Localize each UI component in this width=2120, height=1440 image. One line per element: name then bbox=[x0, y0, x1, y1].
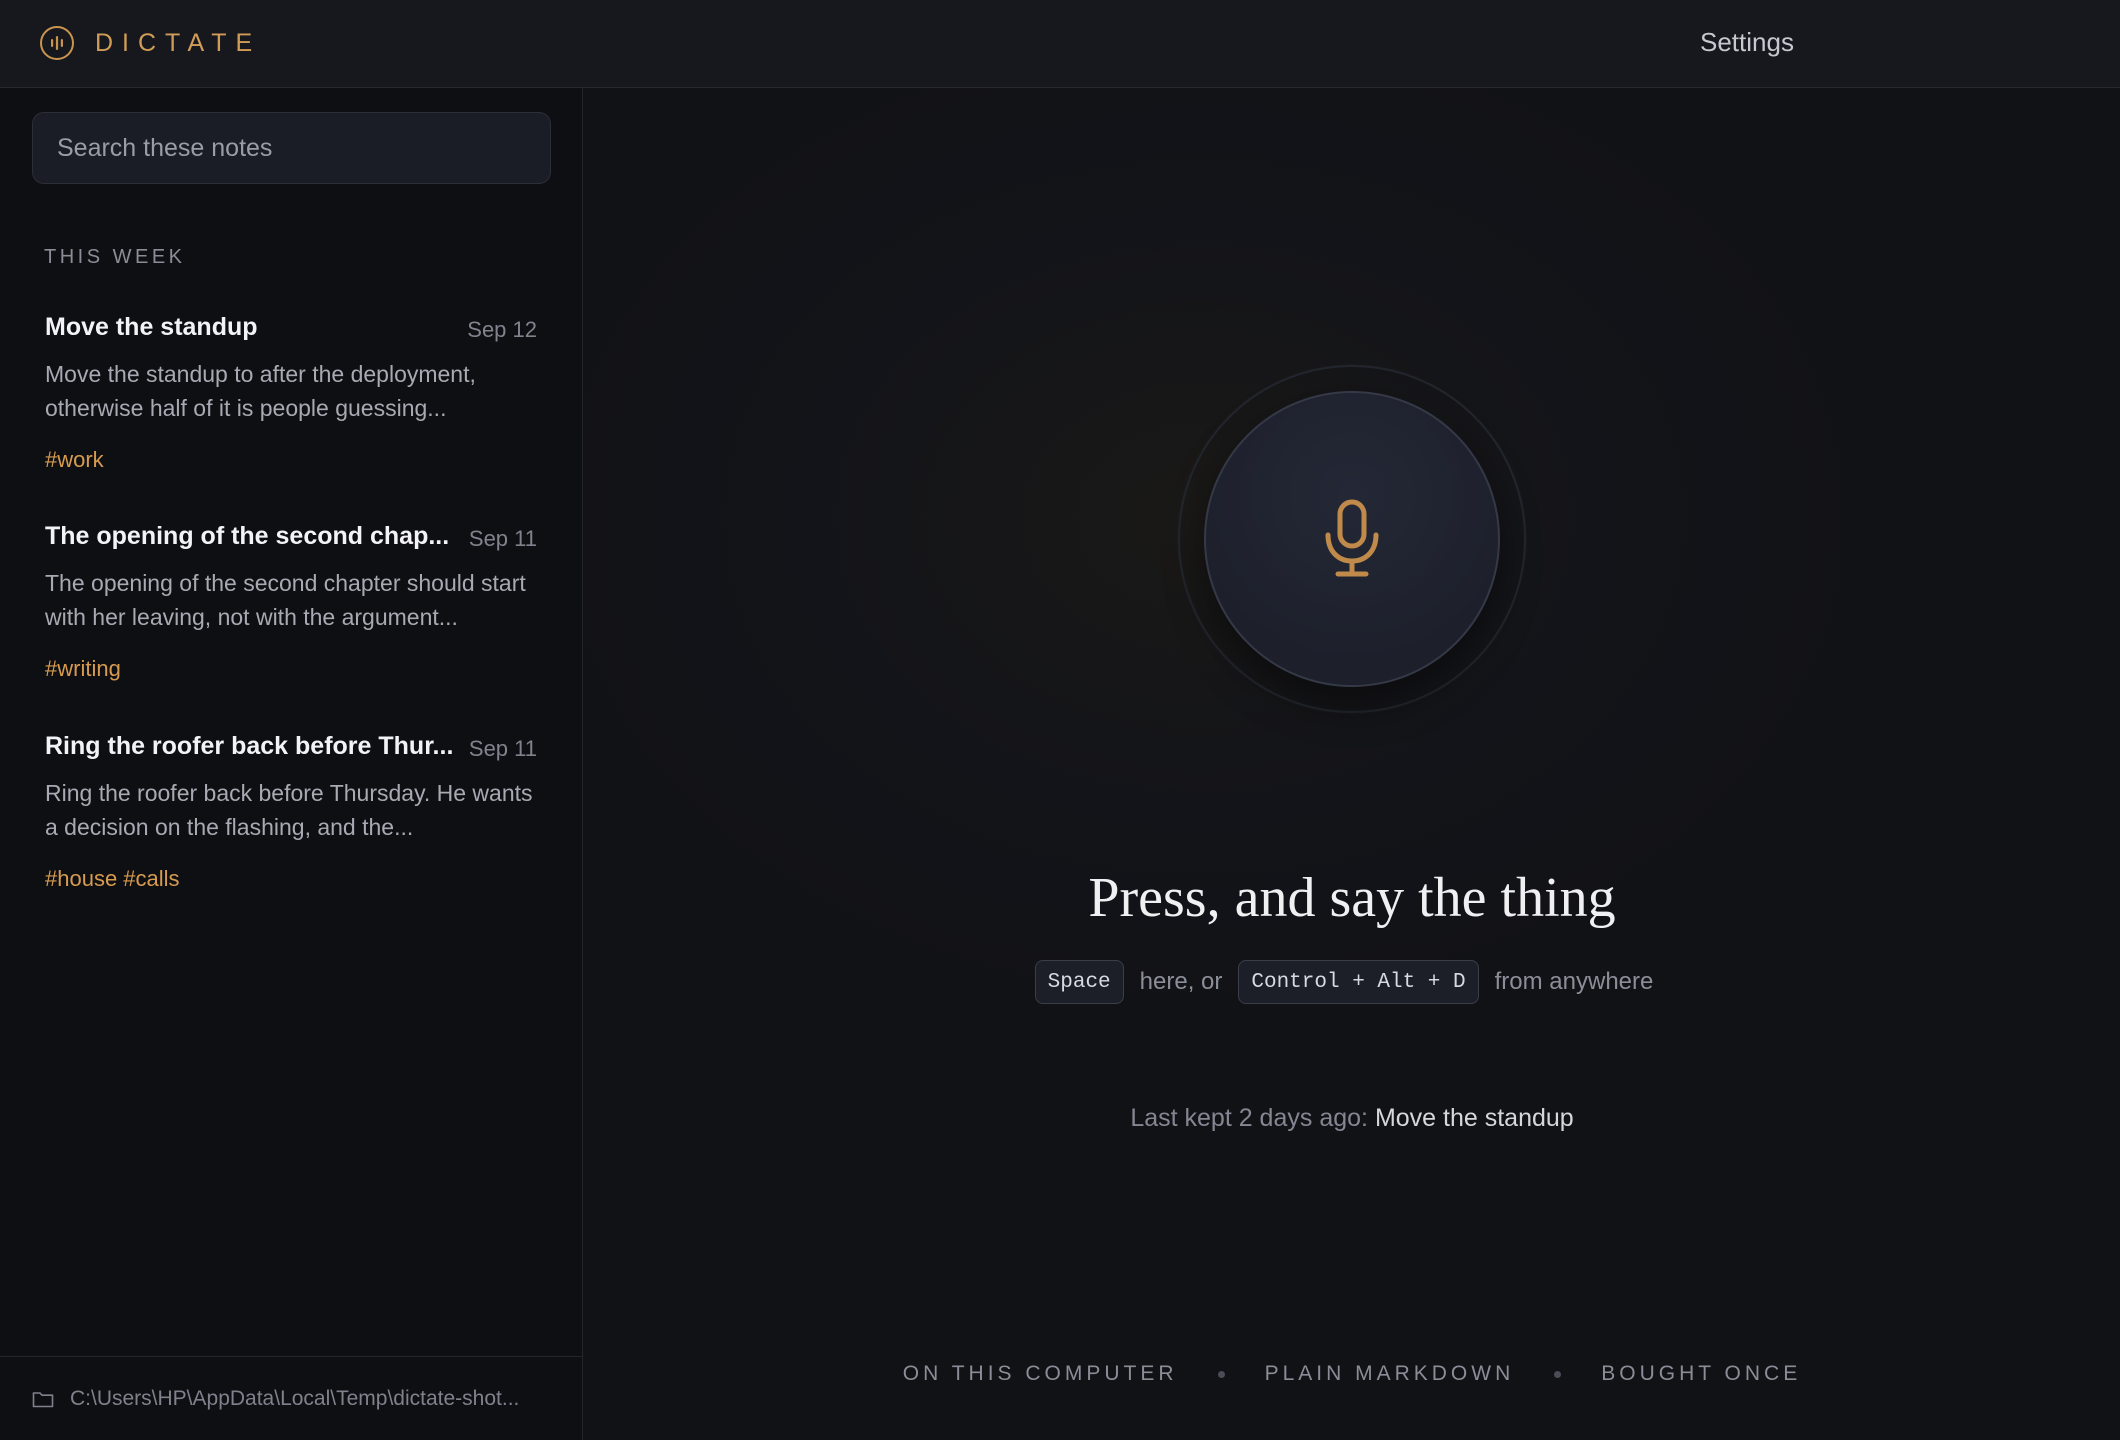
key-global-shortcut: Control + Alt + D bbox=[1238, 960, 1479, 1004]
note-tags[interactable]: #writing bbox=[45, 656, 121, 682]
hint-text-middle: here, or bbox=[1139, 968, 1223, 995]
brand-name: DICTATE bbox=[95, 28, 262, 57]
top-bar: DICTATE Settings bbox=[0, 0, 2120, 88]
section-label-this-week: THIS WEEK bbox=[44, 246, 186, 268]
notes-folder-path[interactable]: C:\Users\HP\AppData\Local\Temp\dictate-s… bbox=[0, 1356, 583, 1440]
waveform-circle-icon bbox=[40, 26, 74, 60]
shortcut-hint: Space here, or Control + Alt + D from an… bbox=[584, 960, 2120, 1004]
main-panel: Press, and say the thing Space here, or … bbox=[584, 88, 2120, 1440]
badge-plain-markdown: PLAIN MARKDOWN bbox=[1264, 1362, 1515, 1385]
note-tags[interactable]: #house #calls bbox=[45, 866, 180, 892]
note-tags[interactable]: #work bbox=[45, 447, 104, 473]
folder-path-text: C:\Users\HP\AppData\Local\Temp\dictate-s… bbox=[70, 1386, 520, 1410]
sidebar: THIS WEEK Move the standup Sep 12 Move t… bbox=[0, 88, 583, 1440]
key-space: Space bbox=[1034, 960, 1124, 1004]
note-date: Sep 11 bbox=[468, 736, 537, 761]
last-kept-prefix: Last kept 2 days ago: bbox=[1130, 1104, 1368, 1132]
note-preview: The opening of the second chapter should… bbox=[45, 570, 526, 630]
settings-link[interactable]: Settings bbox=[1700, 27, 1794, 58]
badge-bought-once: BOUGHT ONCE bbox=[1601, 1362, 1802, 1385]
headline: Press, and say the thing bbox=[1088, 867, 1616, 929]
note-date: Sep 11 bbox=[468, 526, 537, 551]
note-date: Sep 12 bbox=[467, 317, 537, 342]
note-preview: Move the standup to after the deployment… bbox=[45, 361, 476, 421]
brand: DICTATE bbox=[40, 26, 261, 60]
separator-dot bbox=[1217, 1370, 1225, 1378]
feature-badges: ON THIS COMPUTER PLAIN MARKDOWN BOUGHT O… bbox=[584, 1362, 2120, 1386]
note-title: Ring the roofer back before Thur... bbox=[45, 732, 454, 760]
microphone-icon bbox=[1325, 499, 1379, 577]
note-title: The opening of the second chap... bbox=[45, 522, 450, 550]
record-button[interactable] bbox=[1204, 391, 1500, 687]
search-input[interactable] bbox=[32, 112, 551, 184]
folder-icon bbox=[32, 1391, 54, 1407]
separator-dot bbox=[1554, 1370, 1562, 1378]
app-window: DICTATE Settings THIS WEEK Move the stan… bbox=[0, 0, 2120, 1440]
last-kept: Last kept 2 days ago: Move the standup bbox=[584, 1104, 2120, 1133]
note-title: Move the standup bbox=[45, 313, 258, 341]
hint-text-end: from anywhere bbox=[1494, 968, 1654, 995]
badge-on-this-computer: ON THIS COMPUTER bbox=[902, 1362, 1178, 1385]
last-kept-note-link[interactable]: Move the standup bbox=[1375, 1104, 1574, 1132]
note-preview: Ring the roofer back before Thursday. He… bbox=[45, 780, 533, 840]
